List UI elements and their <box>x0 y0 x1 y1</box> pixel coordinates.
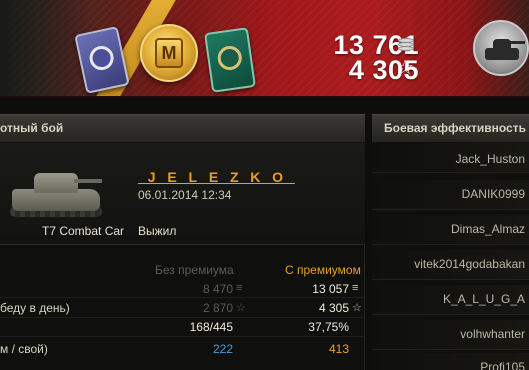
player-nick: volhwhanter <box>460 327 525 341</box>
row-divider <box>0 336 365 337</box>
tab-battle-result[interactable]: отный бой <box>0 114 365 143</box>
stat-label: м / свой) <box>0 342 48 356</box>
stat-value-premium: 13 057 <box>312 282 349 296</box>
stat-value-premium: 413 <box>328 342 349 356</box>
stat-value-base: 2 870 <box>202 301 233 315</box>
sniper-medal-icon[interactable] <box>204 27 256 93</box>
battle-date: 06.01.2014 12:34 <box>138 188 232 202</box>
credits-icon: ≡ <box>236 282 243 294</box>
credits-coin-icon <box>398 38 414 52</box>
stat-value-base: 168/445 <box>189 320 233 334</box>
credits-icon: ≡ <box>352 282 359 294</box>
battle-summary-panel: _J_E_L_E_Z_K_O_ 06.01.2014 12:34 T7 Comb… <box>0 143 365 370</box>
tank-class-emblem-icon <box>473 20 529 76</box>
column-header-premium: С премиумом <box>285 263 361 277</box>
list-item[interactable]: Profi105 <box>372 353 529 370</box>
tank-name: T7 Combat Car <box>42 224 125 238</box>
star-icon: ☆ <box>396 57 414 79</box>
stat-row-credits: 8 470 ≡ 13 057 ≡ <box>0 282 365 298</box>
player-nick: Profi105 <box>480 360 525 370</box>
column-header-no-premium: Без премиума <box>155 263 234 277</box>
mastery-badge-icon[interactable]: M <box>140 24 198 82</box>
list-item[interactable]: Dimas_Almaz <box>372 215 529 245</box>
player-name-link[interactable]: _J_E_L_E_Z_K_O_ <box>138 169 295 185</box>
player-nick: Jack_Huston <box>455 152 525 166</box>
stat-value-base: 8 470 <box>202 282 233 296</box>
stat-row-damage: м / свой) 222 413 <box>0 342 365 358</box>
tank-image <box>8 161 104 221</box>
mastery-letter: M <box>155 38 183 68</box>
stat-row-xp: беду в день) 2 870 ☆ 4 305 ☆ <box>0 301 365 317</box>
stat-value-premium: 4 305 <box>318 301 349 315</box>
star-icon: ☆ <box>352 302 362 314</box>
vehicle-card: _J_E_L_E_Z_K_O_ 06.01.2014 12:34 T7 Comb… <box>0 143 365 245</box>
list-item[interactable]: Jack_Huston <box>372 143 529 173</box>
player-nick: Dimas_Almaz <box>450 222 525 236</box>
player-nick: K_A_L_U_G_A <box>442 292 525 306</box>
list-item[interactable]: vitek2014godabakan <box>372 250 529 280</box>
stat-label: беду в день) <box>0 301 70 315</box>
tab-battle-efficiency[interactable]: Боевая эффективность <box>372 114 529 143</box>
player-nick: vitek2014godabakan <box>414 257 525 271</box>
team-list: Jack_Huston DANIK0999 Dimas_Almaz vitek2… <box>372 143 529 370</box>
stat-row-hits: 168/445 37,75% <box>0 320 365 336</box>
list-item[interactable]: K_A_L_U_G_A <box>372 285 529 315</box>
player-nick: DANIK0999 <box>461 187 525 201</box>
results-banner: M 13 761 4 305 ☆ <box>0 0 529 98</box>
row-divider <box>0 317 365 318</box>
star-icon: ☆ <box>236 302 246 314</box>
stat-value-base: 222 <box>212 342 233 356</box>
stat-value-premium: 37,75% <box>308 320 349 334</box>
row-divider <box>0 297 365 298</box>
list-item[interactable]: volhwhanter <box>372 320 529 350</box>
survival-status: Выжил <box>138 224 177 238</box>
list-item[interactable]: DANIK0999 <box>372 180 529 210</box>
